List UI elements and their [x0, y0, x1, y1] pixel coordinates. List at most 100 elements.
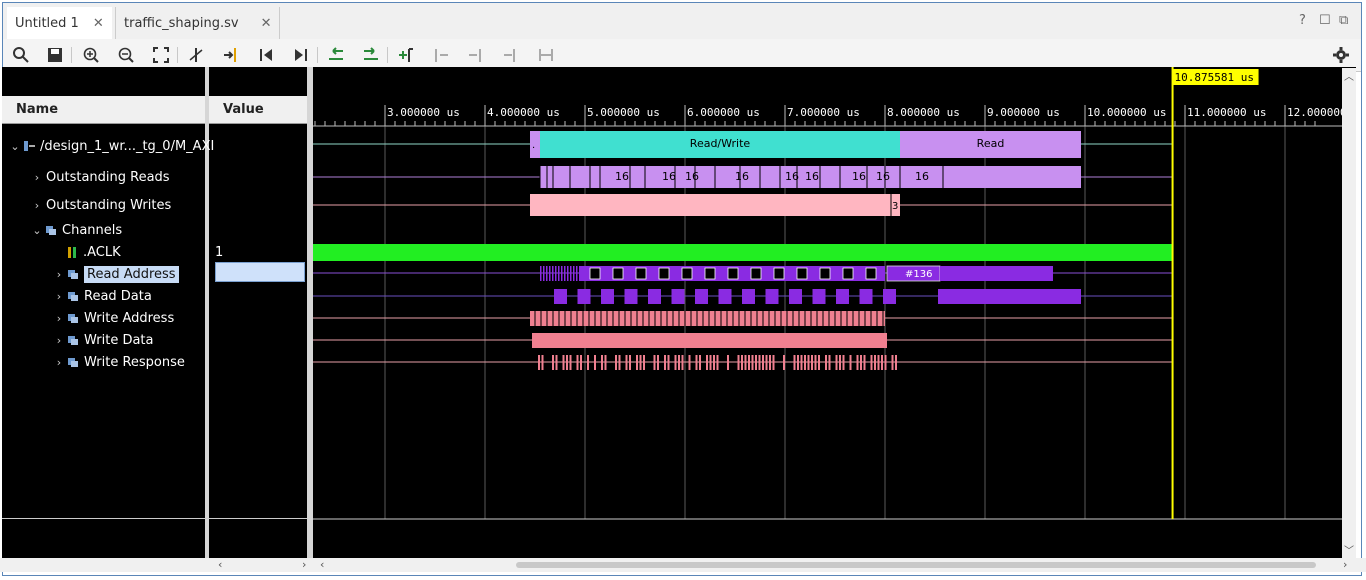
scroll-left-icon[interactable]: ‹ [218, 558, 222, 571]
chevron-right-icon[interactable]: › [32, 171, 42, 184]
close-icon[interactable]: ✕ [261, 16, 272, 31]
signal-row[interactable]: ⌄ /design_1_wr..._tg_0/M_AXI [10, 137, 214, 155]
save-icon[interactable] [45, 45, 65, 65]
scroll-down-icon[interactable]: ﹀ [1344, 542, 1354, 557]
outstanding-reads-label: 16 [662, 170, 676, 183]
write-response-beat [755, 355, 757, 370]
write-response-beat [741, 355, 743, 370]
read-data-beat [718, 289, 732, 304]
value-column-header[interactable]: Value [209, 96, 307, 124]
write-response-beat [807, 355, 810, 370]
name-column-header[interactable]: Name [2, 96, 205, 124]
write-response-beat [594, 355, 596, 370]
waveform-canvas[interactable]: 3.000000 us 4.000000 us 5.000000 us 6.00000… [313, 67, 1344, 558]
zoom-fit-icon[interactable] [151, 45, 171, 65]
write-response-beat [643, 355, 645, 370]
write-response-beat [772, 355, 775, 370]
chevron-right-icon[interactable]: › [54, 290, 64, 303]
go-to-cursor-icon[interactable] [221, 45, 241, 65]
outstanding-reads-label: 16 [915, 170, 929, 183]
chevron-right-icon[interactable]: › [54, 312, 64, 325]
outstanding-reads-label: 16 [852, 170, 866, 183]
restore-icon[interactable]: ☐ [1319, 13, 1331, 28]
settings-icon[interactable] [1331, 45, 1351, 65]
scroll-up-icon[interactable]: ︿ [1344, 68, 1354, 83]
clock-signal-icon [68, 246, 77, 258]
read-data-beat [671, 289, 685, 304]
signal-row[interactable]: › Outstanding Writes [32, 196, 171, 214]
zoom-in-icon[interactable] [81, 45, 101, 65]
chevron-right-icon[interactable]: › [54, 356, 64, 369]
read-address-burst [546, 266, 548, 281]
read-address-burst [555, 266, 557, 281]
outstanding-reads-label: 16 [735, 170, 749, 183]
previous-marker-icon[interactable] [431, 45, 451, 65]
maximize-icon[interactable]: ⧉ [1339, 13, 1348, 28]
chevron-right-icon[interactable]: › [54, 334, 64, 347]
signal-row[interactable]: › Write Address [54, 309, 174, 327]
help-icon[interactable]: ? [1299, 13, 1306, 28]
bus-icon [46, 225, 56, 235]
outstanding-reads-label: 16 [785, 170, 799, 183]
cursor-icon[interactable] [186, 45, 206, 65]
tab-traffic-shaping[interactable]: traffic_shaping.sv ✕ [115, 7, 281, 39]
previous-transition-icon[interactable] [326, 45, 346, 65]
read-data-beat [883, 289, 896, 304]
read-data-beat [765, 289, 779, 304]
go-to-start-icon[interactable] [256, 45, 276, 65]
add-marker-icon[interactable] [396, 45, 416, 65]
snap-icon[interactable] [536, 45, 556, 65]
chevron-down-icon[interactable]: ⌄ [10, 140, 20, 153]
write-response-beat [828, 355, 831, 370]
write-response-beat [562, 355, 565, 370]
zoom-out-icon[interactable] [116, 45, 136, 65]
write-response-beat [737, 355, 740, 370]
write-response-beat [881, 355, 883, 370]
close-icon[interactable]: ✕ [93, 16, 104, 31]
search-icon[interactable] [11, 45, 31, 65]
signal-row[interactable]: › Read Data [54, 287, 152, 305]
next-marker-icon[interactable] [466, 45, 486, 65]
signal-label: Outstanding Writes [46, 197, 172, 213]
read-data-beat [836, 289, 849, 304]
signal-row[interactable]: › Read Address [54, 265, 179, 283]
scroll-left-icon[interactable]: ‹ [320, 558, 324, 571]
signal-label: /design_1_wr..._tg_0/M_AXI [40, 138, 215, 154]
bus-icon [68, 357, 78, 367]
scroll-thumb[interactable] [516, 562, 1316, 568]
signal-name-list: ⌄ /design_1_wr..._tg_0/M_AXI › Outstanding … [2, 124, 214, 558]
write-response-beat [800, 355, 803, 370]
ruler-tick-label: 3.000000 us [387, 106, 460, 119]
write-response-beat [877, 355, 880, 370]
read-data-beat [648, 289, 661, 304]
signal-row[interactable]: › Outstanding Reads [32, 168, 170, 186]
read-address-beat [750, 267, 762, 280]
read-address-burst [552, 266, 554, 281]
vertical-scrollbar[interactable]: ︿ ﹀ [1342, 68, 1356, 558]
ruler-tick-label: 11.000000 us [1187, 106, 1266, 119]
scroll-right-icon[interactable]: › [1343, 558, 1347, 571]
read-address-beat [865, 267, 877, 280]
read-address-beat [842, 267, 854, 280]
read-address-burst [570, 266, 572, 281]
write-response-beat [762, 355, 764, 370]
next-transition-icon[interactable] [361, 45, 381, 65]
chevron-right-icon[interactable]: › [54, 268, 64, 281]
read-address-beat [589, 267, 601, 280]
scroll-right-icon[interactable]: › [302, 558, 306, 571]
signal-row[interactable]: › Write Response [54, 353, 185, 371]
go-to-end-icon[interactable] [291, 45, 311, 65]
signal-row[interactable]: ⌄ Channels [32, 221, 122, 239]
horizontal-scrollbar[interactable]: ‹ › ‹ › [0, 558, 1366, 572]
ruler-tick-label: 5.000000 us [587, 106, 660, 119]
write-response-beat [541, 355, 544, 370]
tab-untitled-1[interactable]: Untitled 1 ✕ [7, 7, 112, 41]
read-data-beat [695, 289, 708, 304]
write-response-beat [842, 355, 845, 370]
swap-cursors-icon[interactable] [501, 45, 521, 65]
signal-row[interactable]: .ACLK [54, 243, 121, 261]
chevron-down-icon[interactable]: ⌄ [32, 224, 42, 237]
read-address-beat [773, 267, 785, 280]
chevron-right-icon[interactable]: › [32, 199, 42, 212]
signal-row[interactable]: › Write Data [54, 331, 154, 349]
